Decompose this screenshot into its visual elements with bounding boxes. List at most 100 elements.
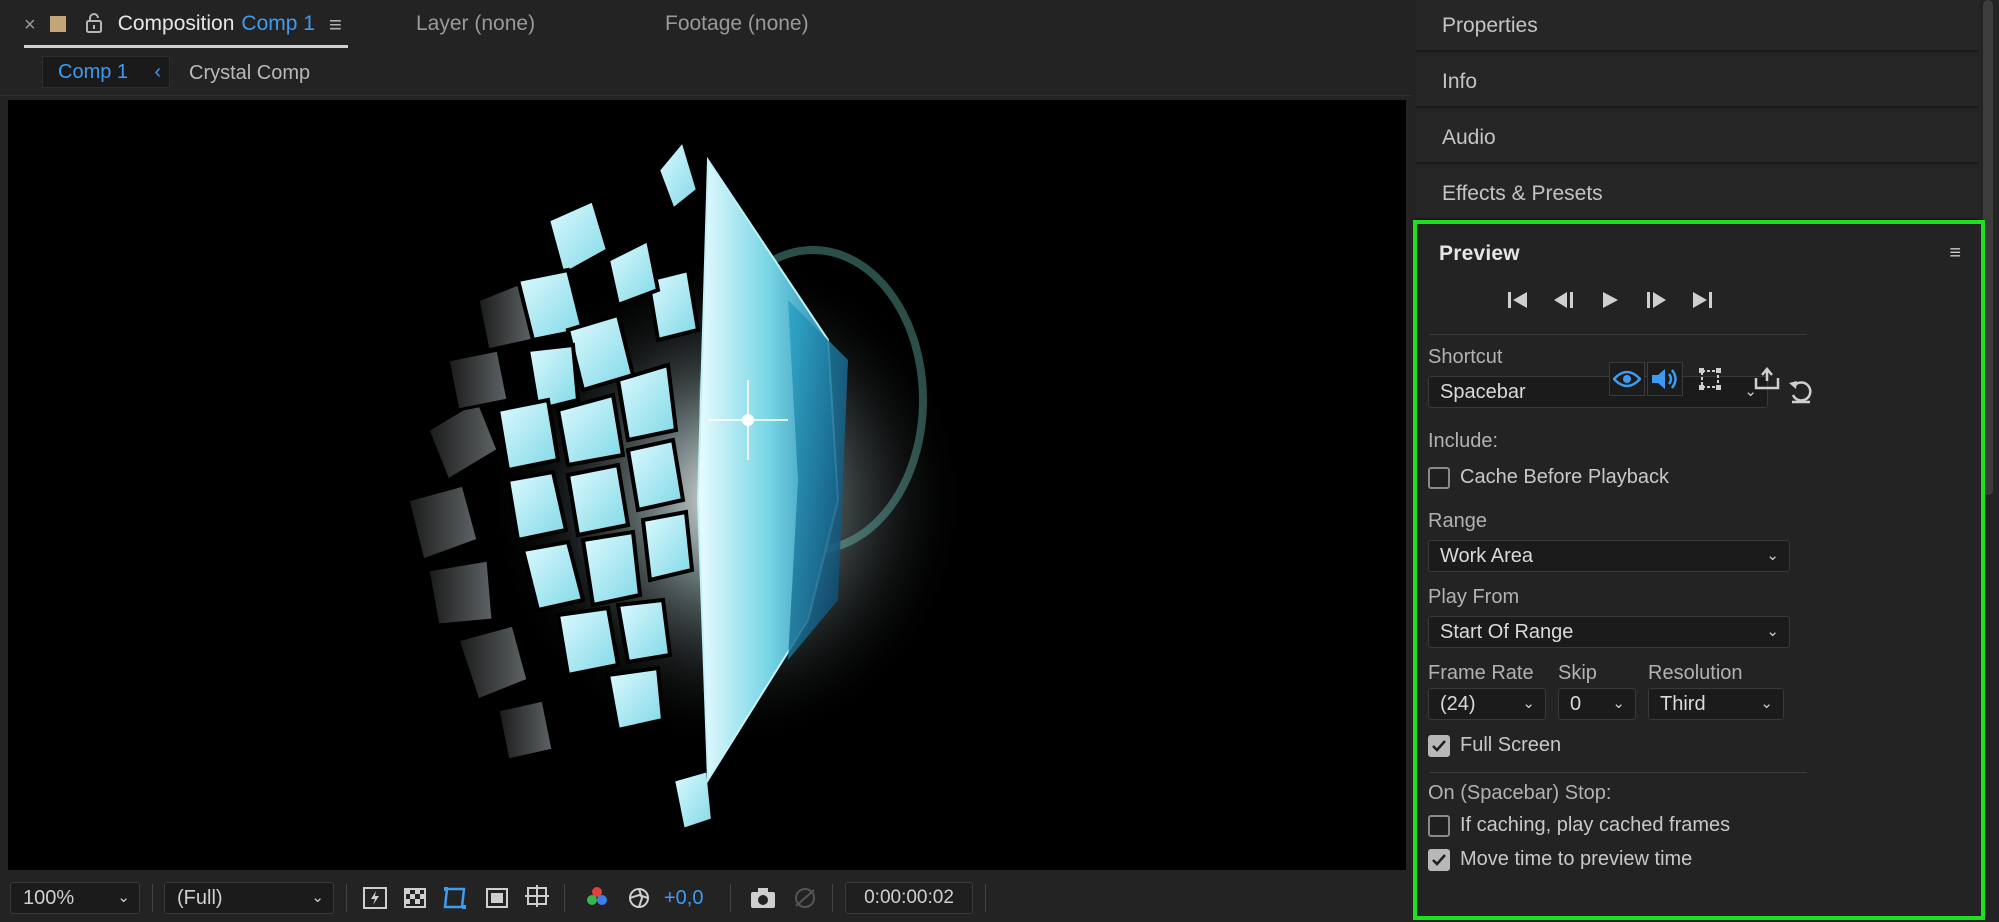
lock-icon[interactable] bbox=[84, 12, 104, 36]
play-cached-frames-label: If caching, play cached frames bbox=[1460, 814, 1731, 836]
frame-rate-label: Frame Rate bbox=[1428, 662, 1534, 684]
composition-viewer[interactable] bbox=[8, 100, 1406, 870]
full-screen-checkbox[interactable]: Full Screen bbox=[1428, 734, 1561, 757]
chevron-down-icon: ⌄ bbox=[1766, 623, 1779, 640]
resolution-value: Third bbox=[1660, 693, 1706, 715]
resolution-value: (Full) bbox=[177, 887, 223, 909]
preview-panel-title: Preview bbox=[1439, 242, 1520, 265]
color-management-icon[interactable] bbox=[624, 884, 654, 912]
move-time-checkbox[interactable]: Move time to preview time bbox=[1428, 848, 1692, 871]
mask-visibility-icon[interactable] bbox=[440, 884, 470, 912]
tab-footage[interactable]: Footage (none) bbox=[665, 12, 809, 36]
current-time-display[interactable]: 0:00:00:02 bbox=[845, 882, 973, 914]
crystal-artwork bbox=[406, 135, 968, 833]
skip-label: Skip bbox=[1558, 662, 1597, 684]
chevron-down-icon: ⌄ bbox=[117, 889, 130, 906]
include-overlays-icon[interactable] bbox=[1692, 362, 1728, 396]
section-divider bbox=[1429, 334, 1807, 335]
chevron-down-icon: ⌄ bbox=[1522, 695, 1535, 712]
fast-previews-icon[interactable] bbox=[360, 884, 390, 912]
cache-before-playback-label: Cache Before Playback bbox=[1460, 466, 1670, 488]
play-cached-frames-checkbox[interactable]: If caching, play cached frames bbox=[1428, 814, 1730, 837]
play-from-select[interactable]: Start Of Range ⌄ bbox=[1428, 616, 1790, 648]
include-audio-speaker-icon[interactable] bbox=[1647, 362, 1683, 396]
chevron-left-icon[interactable]: ‹ bbox=[154, 57, 161, 87]
play-from-label: Play From bbox=[1428, 586, 1520, 608]
label-color-swatch[interactable] bbox=[49, 16, 66, 32]
last-frame-icon[interactable] bbox=[1685, 284, 1719, 316]
panel-tab-bar: × Composition Comp 1 ≡ Layer (none) Foot… bbox=[0, 0, 1412, 50]
breadcrumb-comp-1[interactable]: Comp 1 ‹ bbox=[42, 56, 170, 88]
hamburger-menu-icon[interactable]: ≡ bbox=[1949, 242, 1961, 265]
transport-controls bbox=[1501, 284, 1719, 316]
first-frame-icon[interactable] bbox=[1501, 284, 1535, 316]
frame-rate-value: (24) bbox=[1440, 693, 1476, 715]
stop-behavior-label: On (Spacebar) Stop: bbox=[1428, 782, 1612, 804]
breadcrumb-comp-1-label: Comp 1 bbox=[58, 61, 129, 83]
toolbar-divider bbox=[832, 884, 833, 912]
tab-layer[interactable]: Layer (none) bbox=[416, 12, 535, 36]
cache-before-playback-checkbox[interactable]: Cache Before Playback bbox=[1428, 466, 1669, 489]
preview-panel: Preview ≡ Shortcut Spacebar ⌄ Include: C… bbox=[1413, 220, 1985, 920]
toolbar-divider bbox=[730, 884, 731, 912]
range-label: Range bbox=[1428, 510, 1487, 532]
camera-snapshot-icon[interactable] bbox=[748, 884, 778, 912]
info-panel-header[interactable]: Info bbox=[1416, 56, 1978, 108]
toolbar-divider bbox=[985, 884, 986, 912]
next-frame-icon[interactable] bbox=[1639, 284, 1673, 316]
toolbar-divider bbox=[564, 884, 565, 912]
chevron-down-icon: ⌄ bbox=[1766, 547, 1779, 564]
checkbox-box[interactable] bbox=[1428, 848, 1450, 871]
frame-rate-select[interactable]: (24) ⌄ bbox=[1428, 688, 1546, 720]
skip-select[interactable]: 0 ⌄ bbox=[1558, 688, 1636, 720]
viewer-toolbar: 100% ⌄ (Full) ⌄ +0,0 0:00:00:02 bbox=[0, 874, 1412, 922]
reset-icon[interactable] bbox=[1787, 378, 1817, 406]
checkbox-box[interactable] bbox=[1428, 734, 1450, 757]
resolution-select[interactable]: (Full) ⌄ bbox=[164, 882, 334, 914]
external-output-icon[interactable] bbox=[1749, 362, 1785, 396]
composition-navigator: Comp 1 ‹ Crystal Comp bbox=[0, 50, 1412, 96]
play-icon[interactable] bbox=[1593, 284, 1627, 316]
effects-presets-panel-header[interactable]: Effects & Presets bbox=[1416, 168, 1978, 220]
region-of-interest-icon[interactable] bbox=[482, 884, 512, 912]
toolbar-divider bbox=[346, 884, 347, 912]
effects-presets-panel-title: Effects & Presets bbox=[1442, 182, 1603, 205]
checkbox-box[interactable] bbox=[1428, 466, 1450, 489]
transparency-grid-icon[interactable] bbox=[400, 884, 430, 912]
show-snapshot-icon[interactable] bbox=[790, 884, 820, 912]
include-label: Include: bbox=[1428, 430, 1499, 452]
range-select[interactable]: Work Area ⌄ bbox=[1428, 540, 1790, 572]
move-time-label: Move time to preview time bbox=[1460, 848, 1693, 870]
checkbox-box[interactable] bbox=[1428, 814, 1450, 837]
zoom-value: 100% bbox=[23, 887, 75, 909]
skip-value: 0 bbox=[1570, 693, 1582, 715]
channels-icon[interactable] bbox=[582, 884, 612, 912]
chevron-down-icon: ⌄ bbox=[1760, 695, 1773, 712]
hamburger-menu-icon[interactable]: ≡ bbox=[329, 12, 342, 38]
breadcrumb-crystal-comp[interactable]: Crystal Comp bbox=[189, 62, 310, 85]
audio-panel-header[interactable]: Audio bbox=[1416, 112, 1978, 164]
properties-panel-title: Properties bbox=[1442, 14, 1538, 37]
resolution-label: Resolution bbox=[1648, 662, 1743, 684]
audio-panel-title: Audio bbox=[1442, 126, 1496, 149]
composition-panel: × Composition Comp 1 ≡ Layer (none) Foot… bbox=[0, 0, 1412, 922]
zoom-select[interactable]: 100% ⌄ bbox=[10, 882, 140, 914]
previous-frame-icon[interactable] bbox=[1547, 284, 1581, 316]
play-from-value: Start Of Range bbox=[1440, 621, 1574, 643]
exposure-value[interactable]: +0,0 bbox=[664, 887, 703, 910]
properties-panel-header[interactable]: Properties bbox=[1416, 0, 1978, 52]
grid-guides-icon[interactable] bbox=[522, 884, 552, 912]
chevron-down-icon: ⌄ bbox=[1612, 695, 1625, 712]
resolution-select[interactable]: Third ⌄ bbox=[1648, 688, 1784, 720]
chevron-down-icon: ⌄ bbox=[311, 889, 324, 906]
section-divider bbox=[1429, 772, 1807, 773]
range-value: Work Area bbox=[1440, 545, 1533, 567]
close-icon[interactable]: × bbox=[24, 14, 36, 37]
tab-composition-name: Comp 1 bbox=[241, 12, 315, 35]
shortcut-label: Shortcut bbox=[1428, 346, 1503, 368]
include-video-eye-icon[interactable] bbox=[1609, 362, 1645, 396]
tab-composition[interactable]: × Composition Comp 1 ≡ bbox=[24, 12, 348, 48]
info-panel-title: Info bbox=[1442, 70, 1478, 93]
toolbar-divider bbox=[152, 884, 153, 912]
full-screen-label: Full Screen bbox=[1460, 734, 1562, 756]
